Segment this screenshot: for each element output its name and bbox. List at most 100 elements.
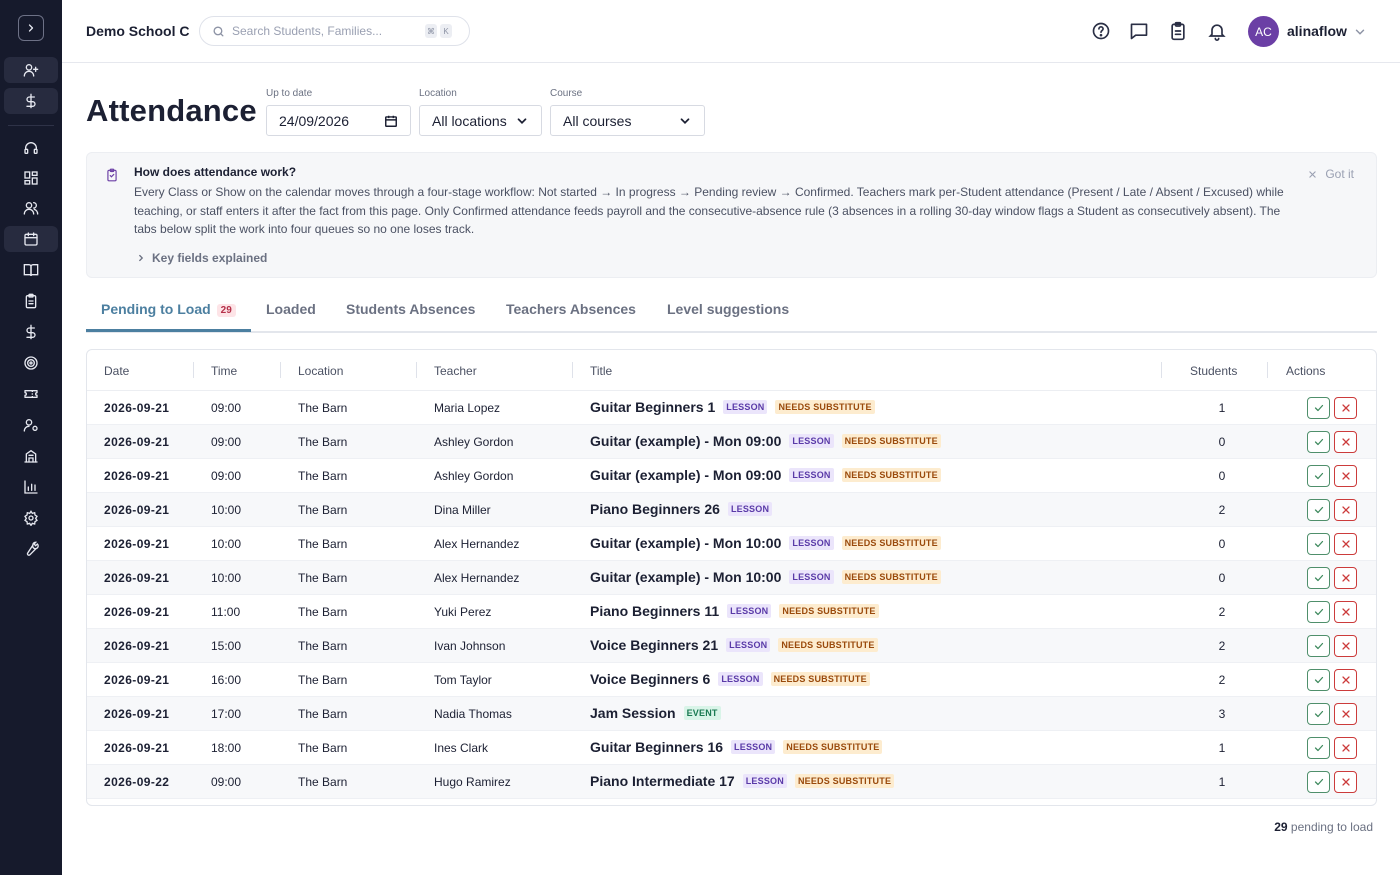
row-title[interactable]: Guitar (example) - Mon 09:00 xyxy=(590,433,781,449)
search-input[interactable] xyxy=(232,24,422,38)
col-teacher[interactable]: Teacher xyxy=(434,364,477,378)
confirm-button[interactable] xyxy=(1307,533,1330,555)
row-title[interactable]: Voice Beginners 21 xyxy=(590,637,718,653)
row-title[interactable]: Piano Beginners 26 xyxy=(590,501,720,517)
bell-icon[interactable] xyxy=(1207,21,1227,41)
confirm-button[interactable] xyxy=(1307,635,1330,657)
table-row[interactable]: 2026-09-21 09:00 The Barn Ashley Gordon Guit… xyxy=(87,425,1376,459)
sidebar-item-locations[interactable] xyxy=(4,443,58,469)
row-title[interactable]: Piano Intermediate 17 xyxy=(590,773,735,789)
clipboard-icon[interactable] xyxy=(1168,21,1188,41)
reject-button[interactable] xyxy=(1334,771,1357,793)
table-row[interactable]: 2026-09-21 10:00 The Barn Dina Miller Piano … xyxy=(87,493,1376,527)
reject-button[interactable] xyxy=(1334,567,1357,589)
confirm-button[interactable] xyxy=(1307,771,1330,793)
sidebar-item-support[interactable] xyxy=(4,135,58,161)
dismiss-button[interactable]: Got it xyxy=(1308,167,1354,181)
row-title[interactable]: Guitar (example) - Mon 09:00 xyxy=(590,467,781,483)
key-fields-toggle[interactable]: Key fields explained xyxy=(136,251,267,265)
col-location[interactable]: Location xyxy=(298,364,343,378)
row-title[interactable]: Guitar Beginners 1 xyxy=(590,399,715,415)
sidebar-item-billing[interactable] xyxy=(4,88,58,114)
sidebar-item-tools[interactable] xyxy=(4,536,58,562)
tab-level-suggestions[interactable]: Level suggestions xyxy=(667,301,789,317)
confirm-button[interactable] xyxy=(1307,431,1330,453)
confirm-button[interactable] xyxy=(1307,737,1330,759)
sidebar-item-staff[interactable] xyxy=(4,412,58,438)
help-icon[interactable] xyxy=(1091,21,1111,41)
sidebar-item-settings[interactable] xyxy=(4,505,58,531)
row-date: 2026-09-21 xyxy=(104,503,170,517)
sidebar-item-dashboard[interactable] xyxy=(4,165,58,191)
row-title[interactable]: Guitar (example) - Mon 10:00 xyxy=(590,535,781,551)
table-row[interactable]: 2026-09-21 09:00 The Barn Ashley Gordon Guit… xyxy=(87,459,1376,493)
reject-button[interactable] xyxy=(1334,601,1357,623)
col-title[interactable]: Title xyxy=(590,364,612,378)
sidebar-item-attendance[interactable] xyxy=(4,288,58,314)
date-filter[interactable]: 24/09/2026 xyxy=(266,105,411,136)
confirm-button[interactable] xyxy=(1307,465,1330,487)
confirm-button[interactable] xyxy=(1307,703,1330,725)
table-row[interactable]: 2026-09-22 09:00 The Barn Hugo Ramirez Piano… xyxy=(87,765,1376,799)
row-title-cell: Guitar (example) - Mon 10:00 LESSON NEEDS … xyxy=(590,535,941,551)
table-row[interactable]: 2026-09-21 15:00 The Barn Ivan Johnson Voice… xyxy=(87,629,1376,663)
tab-teachers-absences[interactable]: Teachers Absences xyxy=(506,301,636,317)
reject-button[interactable] xyxy=(1334,397,1357,419)
confirm-button[interactable] xyxy=(1307,601,1330,623)
reject-button[interactable] xyxy=(1334,737,1357,759)
sidebar-item-tickets[interactable] xyxy=(4,381,58,407)
calendar-icon[interactable] xyxy=(384,114,398,128)
row-title-cell: Guitar (example) - Mon 09:00 LESSON NEEDS … xyxy=(590,433,941,449)
sidebar-item-reports[interactable] xyxy=(4,474,58,500)
confirm-button[interactable] xyxy=(1307,669,1330,691)
chevron-down-icon[interactable] xyxy=(1353,25,1367,39)
reject-button[interactable] xyxy=(1334,533,1357,555)
global-search[interactable]: ⌘ K xyxy=(199,16,470,46)
table-row[interactable]: 2026-09-21 17:00 The Barn Nadia Thomas Jam S… xyxy=(87,697,1376,731)
row-title[interactable]: Voice Beginners 6 xyxy=(590,671,710,687)
reject-button[interactable] xyxy=(1334,669,1357,691)
avatar[interactable]: AC xyxy=(1248,16,1279,47)
course-select[interactable]: All courses xyxy=(550,105,705,136)
row-title[interactable]: Guitar Beginners 16 xyxy=(590,739,723,755)
col-students[interactable]: Students xyxy=(1190,364,1237,378)
table-row[interactable]: 2026-09-21 10:00 The Barn Alex Hernandez Gui… xyxy=(87,527,1376,561)
table-row[interactable]: 2026-09-21 09:00 The Barn Maria Lopez Guitar… xyxy=(87,391,1376,425)
tab-pending-to-load[interactable]: Pending to Load 29 xyxy=(101,301,236,317)
row-title-cell: Piano Beginners 11 LESSON NEEDS SUBSTITUTE xyxy=(590,603,879,619)
active-tab-indicator xyxy=(86,329,251,332)
reject-button[interactable] xyxy=(1334,499,1357,521)
reject-button[interactable] xyxy=(1334,431,1357,453)
col-time[interactable]: Time xyxy=(211,364,237,378)
col-date[interactable]: Date xyxy=(104,364,129,378)
row-teacher: Maria Lopez xyxy=(434,401,501,415)
confirm-button[interactable] xyxy=(1307,499,1330,521)
reject-button[interactable] xyxy=(1334,635,1357,657)
sidebar-item-add-user[interactable] xyxy=(4,57,58,83)
messages-icon[interactable] xyxy=(1129,21,1149,41)
row-title[interactable]: Piano Beginners 11 xyxy=(590,603,719,619)
reject-button[interactable] xyxy=(1334,703,1357,725)
sidebar-item-courses[interactable] xyxy=(4,257,58,283)
confirm-button[interactable] xyxy=(1307,397,1330,419)
row-title[interactable]: Guitar (example) - Mon 10:00 xyxy=(590,569,781,585)
table-row[interactable]: 2026-09-21 10:00 The Barn Alex Hernandez Gui… xyxy=(87,561,1376,595)
table-row[interactable]: 2026-09-21 18:00 The Barn Ines Clark Guitar … xyxy=(87,731,1376,765)
table-row[interactable]: 2026-09-21 16:00 The Barn Tom Taylor Voice B… xyxy=(87,663,1376,697)
confirm-button[interactable] xyxy=(1307,567,1330,589)
tab-students-absences[interactable]: Students Absences xyxy=(346,301,475,317)
table-header: Date Time Location Teacher Title Student… xyxy=(87,350,1376,391)
row-title[interactable]: Jam Session xyxy=(590,705,676,721)
sidebar-item-calendar[interactable] xyxy=(4,226,58,252)
sidebar-item-payments[interactable] xyxy=(4,319,58,345)
row-students: 3 xyxy=(1218,707,1226,721)
table-row[interactable]: 2026-09-21 11:00 The Barn Yuki Perez Piano B… xyxy=(87,595,1376,629)
sidebar-item-goals[interactable] xyxy=(4,350,58,376)
sidebar-toggle-button[interactable] xyxy=(18,15,44,41)
username[interactable]: alinaflow xyxy=(1287,23,1347,39)
reject-button[interactable] xyxy=(1334,465,1357,487)
sidebar-item-students[interactable] xyxy=(4,195,58,221)
tab-loaded[interactable]: Loaded xyxy=(266,301,316,317)
check-icon xyxy=(1314,404,1323,412)
location-select[interactable]: All locations xyxy=(419,105,542,136)
